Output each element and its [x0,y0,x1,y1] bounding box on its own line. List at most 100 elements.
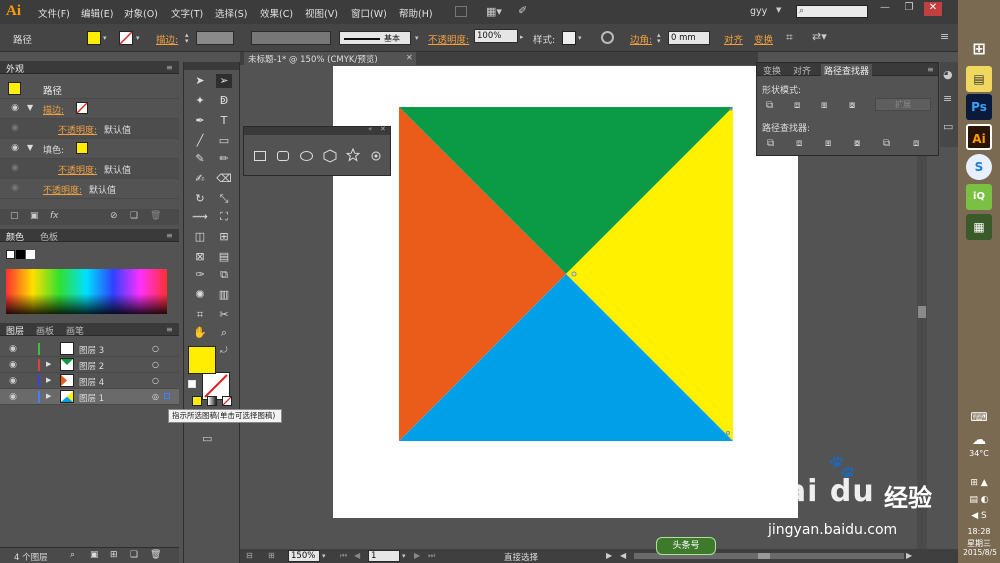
target-circle-icon[interactable]: ◎ [152,392,159,401]
flare-tool-icon[interactable] [369,149,383,163]
panel-menu-icon[interactable]: ≡ [927,65,934,74]
tab-artboards[interactable]: 画板 [36,324,54,337]
tab-pathfinder[interactable]: 路径查找器 [821,64,873,77]
prev-artboard-icon[interactable]: ◀ [354,551,360,560]
visibility-eye-icon[interactable]: ◉ [9,124,21,133]
explorer-icon[interactable]: ▤ [966,66,992,92]
expand-arrow-icon[interactable]: ▶ [46,376,51,384]
screen-mode-icon[interactable]: ▭ [202,432,218,445]
expand-button[interactable]: 扩展 [875,98,931,111]
network-icon[interactable]: ▤ ◐ [963,495,995,505]
gpu-performance-icon[interactable]: ✐ [518,4,532,18]
clear-appearance-icon[interactable]: ⊘ [110,211,118,221]
stroke-row-label[interactable]: 描边: [43,103,64,116]
stroke-none-swatch[interactable] [76,102,88,114]
hand-tool-icon[interactable]: ✋ [192,326,208,340]
brush-dropdown-icon[interactable]: ▾ [415,34,419,42]
merge-icon[interactable]: ⧆ [825,138,831,149]
expand-arrow-icon[interactable]: ▶ [46,360,51,368]
tray-icons[interactable]: ⊞ ▲ [963,478,995,488]
close-tab-icon[interactable]: ✕ [406,53,413,62]
rounded-rectangle-tool-icon[interactable] [277,151,289,161]
panel-menu-icon[interactable]: ≡ [166,325,173,334]
direct-selection-tool-icon[interactable]: ➢ [216,74,232,88]
start-button-icon[interactable]: ⊞ [966,36,992,62]
rectangle-tool-icon[interactable] [254,151,266,161]
menu-type[interactable]: 文字(T) [171,6,203,20]
opacity-row-label[interactable]: 不透明度: [58,123,97,136]
tab-appearance[interactable]: 外观 [6,62,24,75]
flyout-header[interactable]: « ✕ [244,125,390,135]
minus-back-icon[interactable]: ⧈ [913,138,919,149]
artboard-number-field[interactable]: 1 [368,550,400,562]
default-fill-stroke-icon[interactable] [188,380,196,388]
graphic-style-swatch[interactable] [562,31,576,45]
first-artboard-icon[interactable]: ⏮ [340,551,347,561]
add-stroke-icon[interactable]: ▢ [10,211,19,221]
layer-row-selected[interactable]: ◉ ▶ 图层 1 ◎ [0,389,179,405]
clock-date[interactable]: 2015/8/5 [960,548,1000,557]
target-circle-icon[interactable]: ○ [152,376,159,385]
visibility-eye-icon[interactable]: ◉ [9,184,21,193]
visibility-eye-icon[interactable]: ◉ [9,164,21,173]
arrange-object-icon[interactable]: ⇄▾ [812,30,827,43]
menu-help[interactable]: 帮助(H) [399,6,433,20]
document-tab[interactable]: 未标题-1* @ 150% (CMYK/预览) ✕ [244,52,416,65]
image-viewer-icon[interactable]: ▦ [966,214,992,240]
gradient-mode-button[interactable] [207,396,217,406]
appearance-row-stroke-opacity[interactable]: ◉ 不透明度: 默认值 [0,119,179,139]
minimize-button[interactable]: — [876,2,894,16]
visibility-eye-icon[interactable]: ◉ [9,104,21,113]
stroke-weight-label[interactable]: 描边: [156,32,178,46]
layer-name[interactable]: 图层 1 [79,392,104,404]
keyboard-icon[interactable]: ⌨ [963,410,995,424]
scrollbar-thumb[interactable] [758,553,770,559]
variable-width-profile-field[interactable] [251,31,331,45]
expand-triangle-icon[interactable]: ▼ [27,103,33,112]
crop-icon[interactable]: ⧇ [854,138,860,149]
appearance-row-fill[interactable]: ◉ ▼ 填色: [0,139,179,159]
pen-tool-icon[interactable]: ✒ [192,114,208,128]
divide-icon[interactable]: ⧉ [767,138,774,149]
layer-name[interactable]: 图层 4 [79,376,104,388]
tab-swatches[interactable]: 色板 [40,230,58,243]
layer-name[interactable]: 图层 2 [79,360,104,372]
new-sublayer-icon[interactable]: ⊞ [110,550,118,560]
type-tool-icon[interactable]: T [216,114,232,128]
rectangle-tool-icon[interactable]: ▭ [216,134,232,148]
free-transform-tool-icon[interactable]: ⛶ [216,210,232,224]
menu-file[interactable]: 文件(F) [38,6,70,20]
bridge-icon[interactable] [455,6,467,17]
stroke-dropdown-icon[interactable]: ▾ [136,34,140,42]
color-spectrum[interactable] [6,269,167,314]
corner-spinner[interactable]: ▴ ▾ [657,32,661,45]
weather-cloud-icon[interactable]: ☁ [963,432,995,448]
outline-icon[interactable]: ⧉ [883,138,890,149]
expand-triangle-icon[interactable]: ▼ [27,143,33,152]
illustrator-icon[interactable]: Ai [966,124,992,150]
visibility-eye-icon[interactable]: ◉ [9,144,21,153]
width-tool-icon[interactable]: ⟿ [192,210,208,224]
menu-object[interactable]: 对象(O) [124,6,158,20]
tab-layers[interactable]: 图层 [6,324,24,337]
appearance-row-opacity[interactable]: ◉ 不透明度: 默认值 [0,179,179,199]
color-mode-button[interactable] [192,396,202,406]
blend-tool-icon[interactable]: ⧉ [216,268,232,282]
blob-brush-tool-icon[interactable]: ✍ [192,172,208,186]
chevron-down-icon[interactable]: ▼ [776,6,781,14]
scroll-right-icon[interactable]: ▶ [906,551,912,560]
color-guide-icon[interactable]: ◕ [943,68,953,81]
symbol-sprayer-tool-icon[interactable]: ✺ [192,288,208,302]
opacity-row-label[interactable]: 不透明度: [43,183,82,196]
zoom-field[interactable]: 150% [288,550,320,562]
close-button[interactable]: ✕ [924,2,942,16]
status-menu-icon[interactable]: ▶ [606,551,612,560]
brush-definition-field[interactable]: 基本 [339,31,411,45]
stroke-color-swatch[interactable] [119,31,133,45]
next-artboard-icon[interactable]: ▶ [414,551,420,560]
opacity-label[interactable]: 不透明度: [428,32,469,46]
menu-window[interactable]: 窗口(W) [351,6,387,20]
duplicate-item-icon[interactable]: ❏ [130,211,138,221]
delete-layer-icon[interactable]: 🗑 [150,550,161,560]
exclude-icon[interactable]: ⧇ [849,100,855,111]
